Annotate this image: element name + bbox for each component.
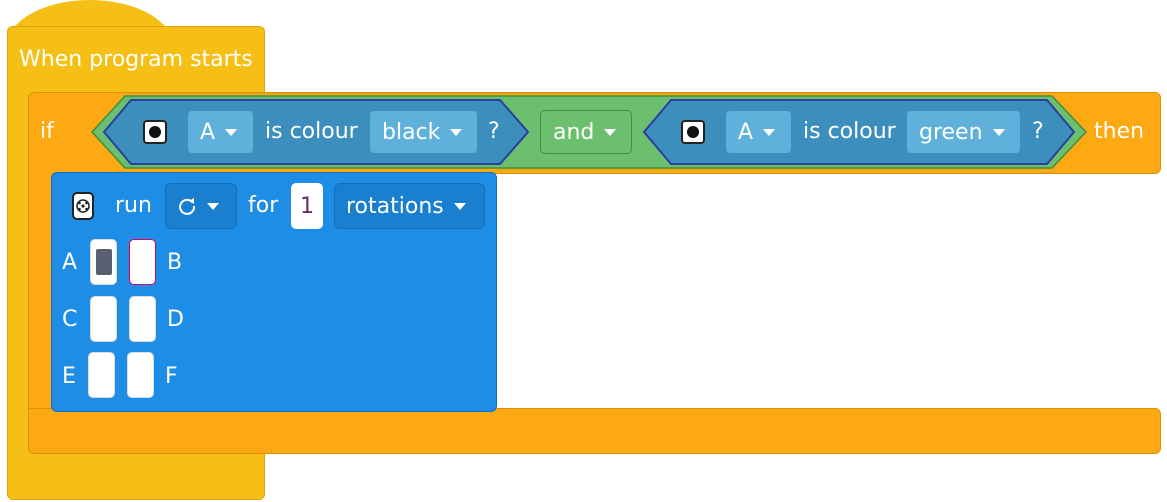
port-label-b: B (167, 250, 183, 275)
chevron-down-icon (450, 128, 463, 136)
port-d-toggle[interactable] (129, 296, 156, 342)
condition-1-port-dropdown[interactable]: A (187, 110, 254, 154)
condition-1-text: is colour (265, 119, 358, 144)
condition-2-port-dropdown[interactable]: A (725, 110, 792, 154)
port-c-toggle[interactable] (90, 296, 117, 342)
condition-1-colour-value: black (382, 119, 441, 145)
chevron-down-icon (207, 202, 219, 210)
condition-2-colour-dropdown[interactable]: green (906, 110, 1021, 154)
condition-1-suffix: ? (488, 119, 500, 144)
condition-2-text: is colour (803, 119, 896, 144)
run-label: run (115, 193, 152, 218)
port-label-e: E (62, 364, 76, 389)
chevron-down-icon (763, 128, 776, 136)
colour-sensor-icon (143, 120, 167, 144)
condition-1-colour-dropdown[interactable]: black (369, 110, 478, 154)
colour-sensor-icon (681, 120, 705, 144)
operator-value: and (553, 119, 595, 145)
motor-icon (72, 192, 94, 220)
chevron-down-icon (992, 128, 1005, 136)
condition-2-suffix: ? (1032, 119, 1044, 144)
clockwise-rotate-icon (179, 198, 196, 215)
port-label-a: A (62, 250, 78, 275)
condition-2-colour-value: green (919, 119, 983, 145)
port-f-toggle[interactable] (127, 352, 154, 398)
port-e-toggle[interactable] (88, 352, 115, 398)
chevron-down-icon (604, 128, 617, 136)
condition-2-port-value: A (738, 119, 754, 145)
port-a-toggle[interactable] (90, 239, 117, 285)
for-label: for (248, 193, 279, 218)
unit-dropdown[interactable]: rotations (334, 183, 485, 229)
operator-dropdown[interactable]: and (540, 110, 632, 154)
port-label-f: F (165, 364, 178, 389)
port-label-d: D (167, 307, 184, 332)
chevron-down-icon (225, 128, 238, 136)
port-label-c: C (62, 307, 78, 332)
port-b-toggle[interactable] (129, 239, 156, 285)
amount-input[interactable]: 1 (291, 183, 323, 229)
chevron-down-icon (453, 202, 466, 210)
unit-value: rotations (346, 193, 444, 219)
direction-dropdown[interactable] (165, 183, 237, 229)
condition-1-port-value: A (200, 119, 216, 145)
